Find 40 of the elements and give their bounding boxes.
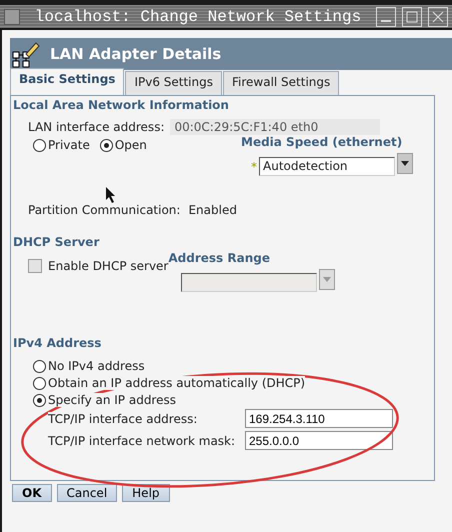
caret-icon bbox=[401, 161, 409, 166]
section-heading: Address Range bbox=[168, 251, 270, 265]
dropdown-field[interactable]: Autodetection bbox=[259, 157, 395, 176]
radio-option[interactable]: Open bbox=[100, 138, 147, 152]
window-title: localhost: Change Network Settings bbox=[34, 8, 362, 26]
close-button[interactable] bbox=[428, 6, 448, 26]
input-field[interactable]: 169.254.3.110 bbox=[245, 409, 393, 428]
radio-option[interactable]: Specify an IP address bbox=[33, 393, 176, 407]
close-icon bbox=[432, 10, 444, 22]
section-heading: Media Speed (ethernet) bbox=[241, 135, 402, 149]
dialog-heading: LAN Adapter Details bbox=[50, 45, 222, 63]
tab[interactable]: Basic Settings bbox=[10, 68, 124, 95]
dialog-button[interactable]: OK bbox=[12, 484, 52, 502]
network-edit-icon bbox=[12, 40, 40, 68]
pointer-icon bbox=[106, 187, 115, 203]
maximize-icon bbox=[406, 10, 418, 22]
partition-value: Enabled bbox=[188, 203, 237, 217]
address-label: LAN interface address: bbox=[28, 120, 164, 134]
section-heading: IPv4 Address bbox=[13, 336, 102, 350]
radio-option[interactable]: Obtain an IP address automatically (DHCP) bbox=[33, 376, 306, 390]
maximize-button[interactable] bbox=[402, 6, 422, 26]
minimize-icon bbox=[381, 20, 391, 22]
input-field[interactable]: 255.0.0.0 bbox=[245, 431, 393, 450]
partition-label: Partition Communication: bbox=[28, 203, 180, 217]
section-heading: DHCP Server bbox=[13, 235, 100, 249]
radio-option[interactable]: No IPv4 address bbox=[33, 359, 145, 373]
field-label: TCP/IP interface network mask: bbox=[48, 434, 236, 448]
field-label: TCP/IP interface address: bbox=[48, 412, 198, 426]
tab[interactable]: Firewall Settings bbox=[222, 71, 340, 95]
minimize-button[interactable] bbox=[376, 6, 396, 26]
tab[interactable]: IPv6 Settings bbox=[125, 71, 222, 95]
window-menu-button[interactable] bbox=[4, 8, 20, 24]
section-heading: Local Area Network Information bbox=[13, 98, 229, 112]
radio-option[interactable]: Private bbox=[33, 138, 90, 152]
caret-icon bbox=[323, 277, 332, 282]
required-mark: * bbox=[251, 160, 257, 174]
dialog-button[interactable]: Cancel bbox=[56, 484, 118, 502]
dropdown-button[interactable] bbox=[397, 153, 413, 174]
checkbox-option[interactable]: Enable DHCP server bbox=[28, 259, 168, 273]
address-value: 00:0C:29:5C:F1:40 eth0 bbox=[170, 119, 380, 135]
